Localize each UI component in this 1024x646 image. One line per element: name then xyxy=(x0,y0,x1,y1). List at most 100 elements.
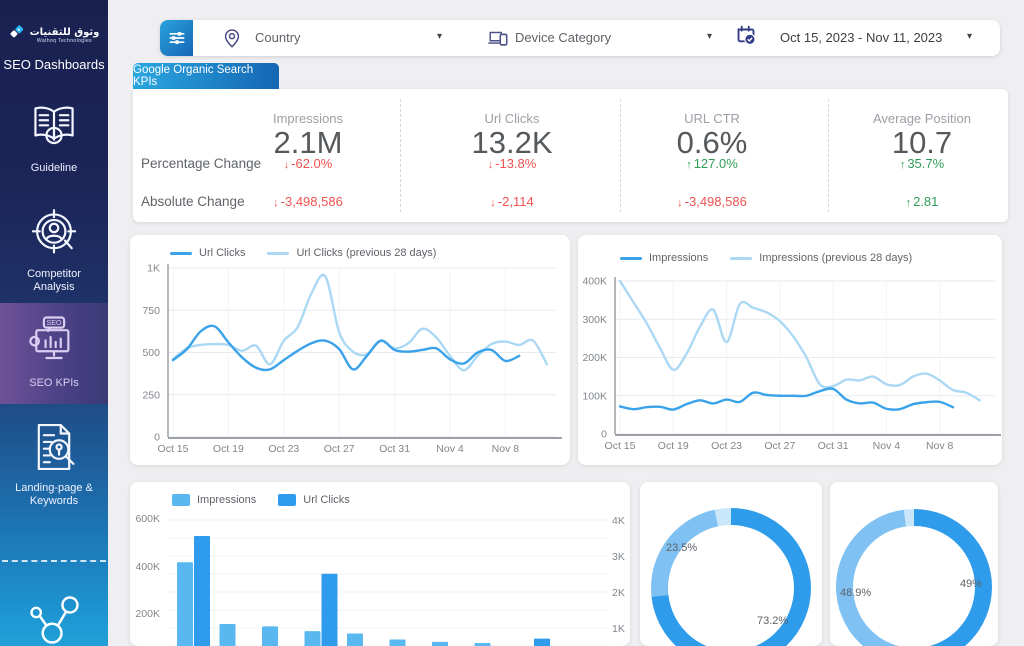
svg-text:Nov 8: Nov 8 xyxy=(926,440,954,452)
donut-slice-label: 73.2% xyxy=(757,615,788,627)
sidebar: وثوق للتقنيات Wathoq Technologies SEO Da… xyxy=(0,0,108,646)
kpi-title: Average Position xyxy=(837,111,1007,126)
impressions-url-clicks-bar-chart[interactable]: 600K 400K 200K 4K 3K 2K 1K xyxy=(130,482,630,646)
kpi-title: Impressions xyxy=(223,111,393,126)
kpi-title: URL CTR xyxy=(627,111,797,126)
country-filter-label: Country xyxy=(255,30,301,45)
kpi-percentage-change: ↓-13.8% xyxy=(427,156,597,171)
kpi-title: Url Clicks xyxy=(427,111,597,126)
sidebar-item-label: SEO KPIs xyxy=(0,377,108,390)
svg-text:400K: 400K xyxy=(135,561,160,573)
kpi-percentage-change: ↑35.7% xyxy=(837,156,1007,171)
seo-monitor-icon: SEO xyxy=(0,315,108,374)
donut-chart-card-right: 49% 48.9% xyxy=(830,482,998,646)
svg-text:600K: 600K xyxy=(135,513,160,525)
impressions-line-chart-card: ImpressionsImpressions (previous 28 days… xyxy=(578,235,1002,465)
devices-icon xyxy=(487,27,509,54)
svg-text:Oct 23: Oct 23 xyxy=(268,443,299,455)
share-network-icon[interactable] xyxy=(0,590,108,646)
country-caret-icon: ▾ xyxy=(437,31,442,42)
tab-google-organic-search-kpis[interactable]: Google Organic Search KPIs xyxy=(133,63,279,89)
logo-subtitle: Wathoq Technologies xyxy=(30,38,100,44)
svg-text:250: 250 xyxy=(142,389,160,401)
sidebar-item-competitor-analysis[interactable]: Competitor Analysis xyxy=(0,206,108,294)
svg-text:Oct 19: Oct 19 xyxy=(213,443,244,455)
date-range-filter[interactable]: Oct 15, 2023 - Nov 11, 2023 ▾ xyxy=(725,20,990,56)
competitor-target-icon xyxy=(0,206,108,265)
logo-arabic-text: وثوق للتقنيات xyxy=(30,27,100,38)
up-arrow-icon: ↑ xyxy=(900,159,906,171)
donut-hole xyxy=(853,526,975,646)
svg-text:1K: 1K xyxy=(612,623,625,635)
logo-mark-icon xyxy=(9,24,26,46)
svg-text:1K: 1K xyxy=(147,263,160,275)
country-filter[interactable]: Country ▾ xyxy=(210,20,455,56)
landing-doc-icon xyxy=(0,420,108,479)
device-caret-icon: ▾ xyxy=(707,31,712,42)
sidebar-item-label: Landing-page & Keywords xyxy=(0,482,108,508)
svg-text:SEO: SEO xyxy=(46,319,62,327)
donut-slice-label: 48.9% xyxy=(840,587,871,599)
svg-text:4K: 4K xyxy=(612,515,625,527)
location-pin-icon xyxy=(221,27,243,54)
donut-slice-label: 49% xyxy=(960,578,982,590)
kpi-card-url-clicks: Url Clicks13.2K↓-13.8%↓-2,114 xyxy=(427,89,597,222)
kpi-card-average-position: Average Position10.7↑35.7%↑2.81 xyxy=(837,89,1007,222)
svg-text:Nov 4: Nov 4 xyxy=(873,440,901,452)
svg-text:Oct 27: Oct 27 xyxy=(324,443,355,455)
svg-text:3K: 3K xyxy=(612,551,625,563)
sidebar-item-label: Guideline xyxy=(0,162,108,175)
svg-text:Nov 8: Nov 8 xyxy=(492,443,520,455)
kpi-absolute-change: ↓-3,498,586 xyxy=(627,194,797,209)
down-arrow-icon: ↓ xyxy=(284,159,290,171)
up-arrow-icon: ↑ xyxy=(686,159,692,171)
svg-text:Oct 31: Oct 31 xyxy=(379,443,410,455)
filter-toggle-button[interactable] xyxy=(160,20,193,56)
up-arrow-icon: ↑ xyxy=(906,197,912,209)
kpi-divider xyxy=(620,99,621,212)
seo-dashboard-app: وثوق للتقنيات Wathoq Technologies SEO Da… xyxy=(0,0,1024,646)
device-filter-label: Device Category xyxy=(515,30,611,45)
kpi-scorecard-row: Percentage Change Absolute Change Impres… xyxy=(133,89,1008,222)
svg-text:Oct 15: Oct 15 xyxy=(605,440,636,452)
impressions-line-chart[interactable]: 400K300K200K100K0Oct 15Oct 19Oct 23Oct 2… xyxy=(578,235,1002,465)
sidebar-item-seo-kpis[interactable]: SEO SEO KPIs xyxy=(0,303,108,404)
logo: وثوق للتقنيات Wathoq Technologies xyxy=(0,24,108,46)
kpi-percentage-change: ↓-62.0% xyxy=(223,156,393,171)
svg-text:100K: 100K xyxy=(582,390,607,402)
svg-text:200K: 200K xyxy=(135,608,160,620)
down-arrow-icon: ↓ xyxy=(273,197,279,209)
donut-chart-card-left: 73.2% 23.5% xyxy=(640,482,822,646)
svg-text:0: 0 xyxy=(601,429,607,441)
sidebar-item-landing-page-keywords[interactable]: Landing-page & Keywords xyxy=(0,420,108,508)
svg-text:200K: 200K xyxy=(582,352,607,364)
kpi-card-impressions: Impressions2.1M↓-62.0%↓-3,498,586 xyxy=(223,89,393,222)
down-arrow-icon: ↓ xyxy=(490,197,496,209)
device-category-filter[interactable]: Device Category ▾ xyxy=(475,20,720,56)
sidebar-item-guideline[interactable]: Guideline xyxy=(0,100,108,175)
svg-text:Oct 23: Oct 23 xyxy=(711,440,742,452)
url-clicks-line-chart[interactable]: 1K7505002500Oct 15Oct 19Oct 23Oct 27Oct … xyxy=(130,235,570,465)
kpi-divider xyxy=(400,99,401,212)
svg-text:2K: 2K xyxy=(612,587,625,599)
impressions-url-clicks-bar-chart-card: ImpressionsUrl Clicks 600K400K200K4K3K2K… xyxy=(130,482,630,646)
svg-text:400K: 400K xyxy=(582,276,607,288)
date-caret-icon: ▾ xyxy=(967,31,972,42)
kpi-absolute-change: ↑2.81 xyxy=(837,194,1007,209)
filter-bar: Country ▾ Device Category ▾ xyxy=(160,20,1000,56)
sidebar-item-label: Competitor Analysis xyxy=(0,268,108,294)
svg-text:750: 750 xyxy=(142,305,160,317)
down-arrow-icon: ↓ xyxy=(677,197,683,209)
donut-slice-label: 23.5% xyxy=(666,542,697,554)
svg-text:Nov 4: Nov 4 xyxy=(436,443,464,455)
svg-text:Oct 15: Oct 15 xyxy=(158,443,189,455)
svg-text:500: 500 xyxy=(142,347,160,359)
kpi-percentage-change: ↑127.0% xyxy=(627,156,797,171)
sidebar-title: SEO Dashboards xyxy=(0,57,108,72)
date-range-value: Oct 15, 2023 - Nov 11, 2023 xyxy=(780,30,942,45)
down-arrow-icon: ↓ xyxy=(488,159,494,171)
kpi-absolute-change: ↓-2,114 xyxy=(427,194,597,209)
sliders-icon xyxy=(167,28,187,48)
svg-text:Oct 19: Oct 19 xyxy=(658,440,689,452)
kpi-absolute-change: ↓-3,498,586 xyxy=(223,194,393,209)
